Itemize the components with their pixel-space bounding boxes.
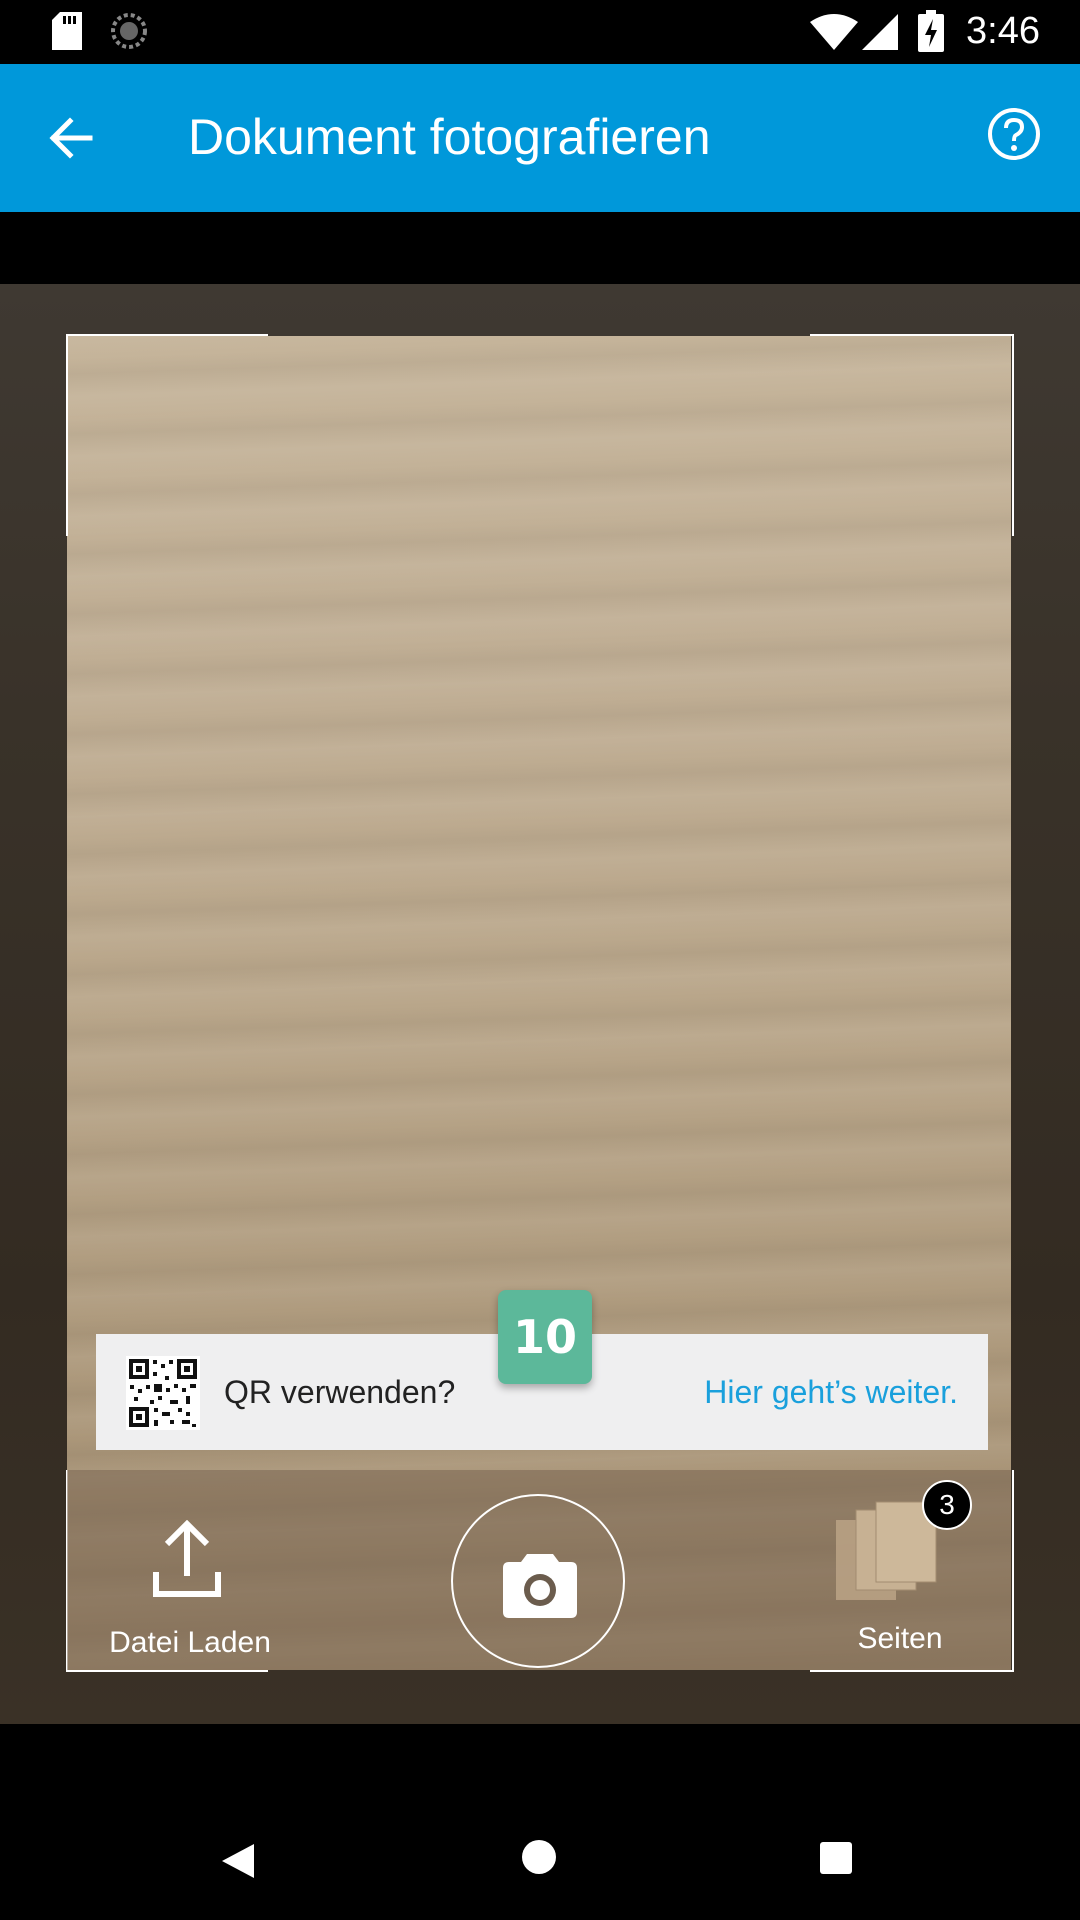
upload-icon	[152, 1519, 222, 1598]
sync-icon	[110, 12, 148, 55]
upload-file-button[interactable]: Datei Laden	[80, 1508, 300, 1659]
status-bar: 3:46	[0, 0, 1080, 64]
triangle-back-icon	[222, 1844, 254, 1878]
upload-label: Datei Laden	[109, 1626, 271, 1659]
battery-charging-icon	[918, 10, 944, 57]
navigation-bar	[0, 1724, 1080, 1920]
pages-button[interactable]: 3 Seiten	[830, 1480, 990, 1660]
qr-code-icon	[126, 1356, 200, 1430]
counter-badge: 10	[498, 1290, 592, 1384]
pages-count-badge: 3	[922, 1480, 972, 1530]
frame-corner-top-left	[66, 334, 268, 536]
status-time: 3:46	[966, 10, 1040, 52]
nav-recents-button[interactable]	[820, 1842, 852, 1874]
camera-icon	[503, 1554, 577, 1618]
qr-banner-link[interactable]: Hier geht’s weiter.	[704, 1374, 958, 1411]
wifi-icon	[810, 14, 858, 55]
shutter-button[interactable]	[451, 1494, 625, 1668]
pages-label: Seiten	[857, 1622, 943, 1655]
qr-banner-text: QR verwenden?	[224, 1374, 456, 1410]
sd-card-icon	[52, 12, 82, 55]
back-button[interactable]	[42, 108, 102, 168]
page-title: Dokument fotografieren	[188, 109, 711, 165]
arrow-left-icon	[49, 117, 93, 159]
frame-corner-top-right	[810, 334, 1014, 536]
help-button[interactable]	[986, 106, 1042, 162]
nav-home-button[interactable]	[522, 1840, 556, 1874]
nav-back-button[interactable]	[220, 1842, 256, 1885]
camera-top-strip	[0, 212, 1080, 284]
signal-icon	[862, 14, 898, 55]
help-circle-icon	[988, 108, 1040, 160]
app-bar: Dokument fotografieren	[0, 64, 1080, 212]
